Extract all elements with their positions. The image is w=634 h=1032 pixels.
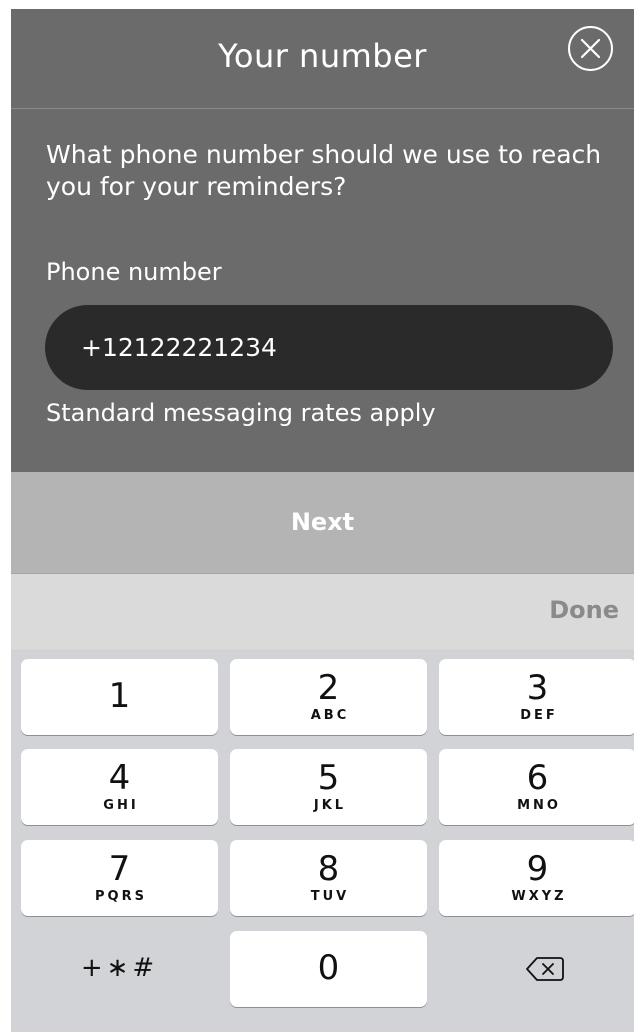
- keyboard-accessory-bar: Done: [11, 574, 634, 651]
- key-digit: 2: [317, 668, 340, 708]
- done-button[interactable]: Done: [549, 596, 619, 624]
- symbols-key[interactable]: +∗#: [21, 931, 218, 1007]
- key-8[interactable]: 8 TUV: [230, 840, 427, 916]
- key-letters: JKL: [313, 798, 347, 813]
- key-9[interactable]: 9 WXYZ: [439, 840, 634, 916]
- key-6[interactable]: 6 MNO: [439, 749, 634, 825]
- key-3[interactable]: 3 DEF: [439, 659, 634, 735]
- key-digit: 7: [108, 849, 131, 889]
- key-letters: MNO: [517, 798, 561, 813]
- symbols-label: +∗#: [80, 953, 159, 983]
- question-text: What phone number should we use to reach…: [46, 140, 602, 201]
- key-digit: 4: [108, 758, 131, 798]
- key-digit: 3: [526, 668, 549, 708]
- phone-number-input[interactable]: +12122221234: [45, 305, 613, 390]
- key-5[interactable]: 5 JKL: [230, 749, 427, 825]
- key-letters: PQRS: [95, 889, 147, 904]
- delete-key[interactable]: [439, 931, 634, 1007]
- backspace-icon: [526, 957, 564, 981]
- page-title: Your number: [218, 37, 427, 75]
- screen: Your number What phone number should we …: [11, 9, 634, 1032]
- close-button[interactable]: [568, 26, 613, 71]
- key-2[interactable]: 2 ABC: [230, 659, 427, 735]
- key-0[interactable]: 0: [230, 931, 427, 1007]
- key-1[interactable]: 1: [21, 659, 218, 735]
- key-letters: DEF: [520, 708, 558, 723]
- key-digit: 0: [317, 948, 340, 988]
- next-button[interactable]: Next: [11, 472, 634, 574]
- numeric-keypad: 1 2 ABC 3 DEF 4 GHI 5 JKL 6 MNO 7 PQRS 8: [11, 651, 634, 1032]
- key-digit: 5: [317, 758, 340, 798]
- key-letters: TUV: [310, 889, 350, 904]
- key-4[interactable]: 4 GHI: [21, 749, 218, 825]
- key-digit: 8: [317, 849, 340, 889]
- next-button-label: Next: [290, 508, 355, 536]
- key-digit: 1: [108, 676, 131, 716]
- key-7[interactable]: 7 PQRS: [21, 840, 218, 916]
- close-icon: [580, 38, 601, 59]
- key-letters: WXYZ: [511, 889, 567, 904]
- key-digit: 9: [526, 849, 549, 889]
- header: Your number: [11, 9, 634, 109]
- phone-number-label: Phone number: [46, 258, 222, 286]
- phone-form-panel: Your number What phone number should we …: [11, 9, 634, 472]
- key-letters: GHI: [103, 798, 139, 813]
- key-digit: 6: [526, 758, 549, 798]
- rates-note: Standard messaging rates apply: [46, 399, 436, 427]
- key-letters: ABC: [310, 708, 350, 723]
